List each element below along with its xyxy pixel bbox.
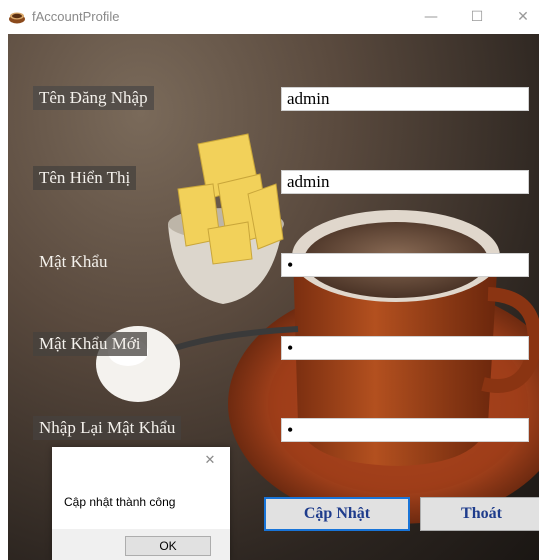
message-box-close-button[interactable]: ✕ xyxy=(201,452,219,470)
coffee-cup-icon xyxy=(9,12,25,24)
window-title: fAccountProfile xyxy=(32,9,120,24)
password-input[interactable] xyxy=(281,253,529,277)
new-password-label: Mật Khẩu Mới xyxy=(33,332,147,356)
update-button[interactable]: Cập Nhật xyxy=(264,497,410,531)
close-icon: ✕ xyxy=(517,9,529,25)
message-text: Cập nhật thành công xyxy=(64,495,176,509)
confirm-password-input[interactable] xyxy=(281,418,529,442)
minimize-icon: — xyxy=(424,9,438,25)
title-bar: fAccountProfile — ☐ ✕ xyxy=(0,0,547,34)
display-name-label: Tên Hiển Thị xyxy=(33,166,137,190)
message-box-footer: OK xyxy=(52,529,230,560)
exit-button[interactable]: Thoát xyxy=(420,497,539,531)
minimize-button[interactable]: — xyxy=(408,0,454,34)
username-input[interactable] xyxy=(281,87,529,111)
close-button[interactable]: ✕ xyxy=(500,0,546,34)
display-name-input[interactable] xyxy=(281,170,529,194)
maximize-button[interactable]: ☐ xyxy=(454,0,500,34)
new-password-input[interactable] xyxy=(281,336,529,360)
close-icon: ✕ xyxy=(204,453,216,468)
message-box: ✕ Cập nhật thành công OK xyxy=(52,447,230,560)
password-label: Mật Khẩu xyxy=(39,252,108,271)
confirm-password-label: Nhập Lại Mật Khẩu xyxy=(33,416,182,440)
ok-button[interactable]: OK xyxy=(125,536,211,556)
maximize-icon: ☐ xyxy=(470,9,484,25)
username-label: Tên Đăng Nhập xyxy=(33,86,154,110)
